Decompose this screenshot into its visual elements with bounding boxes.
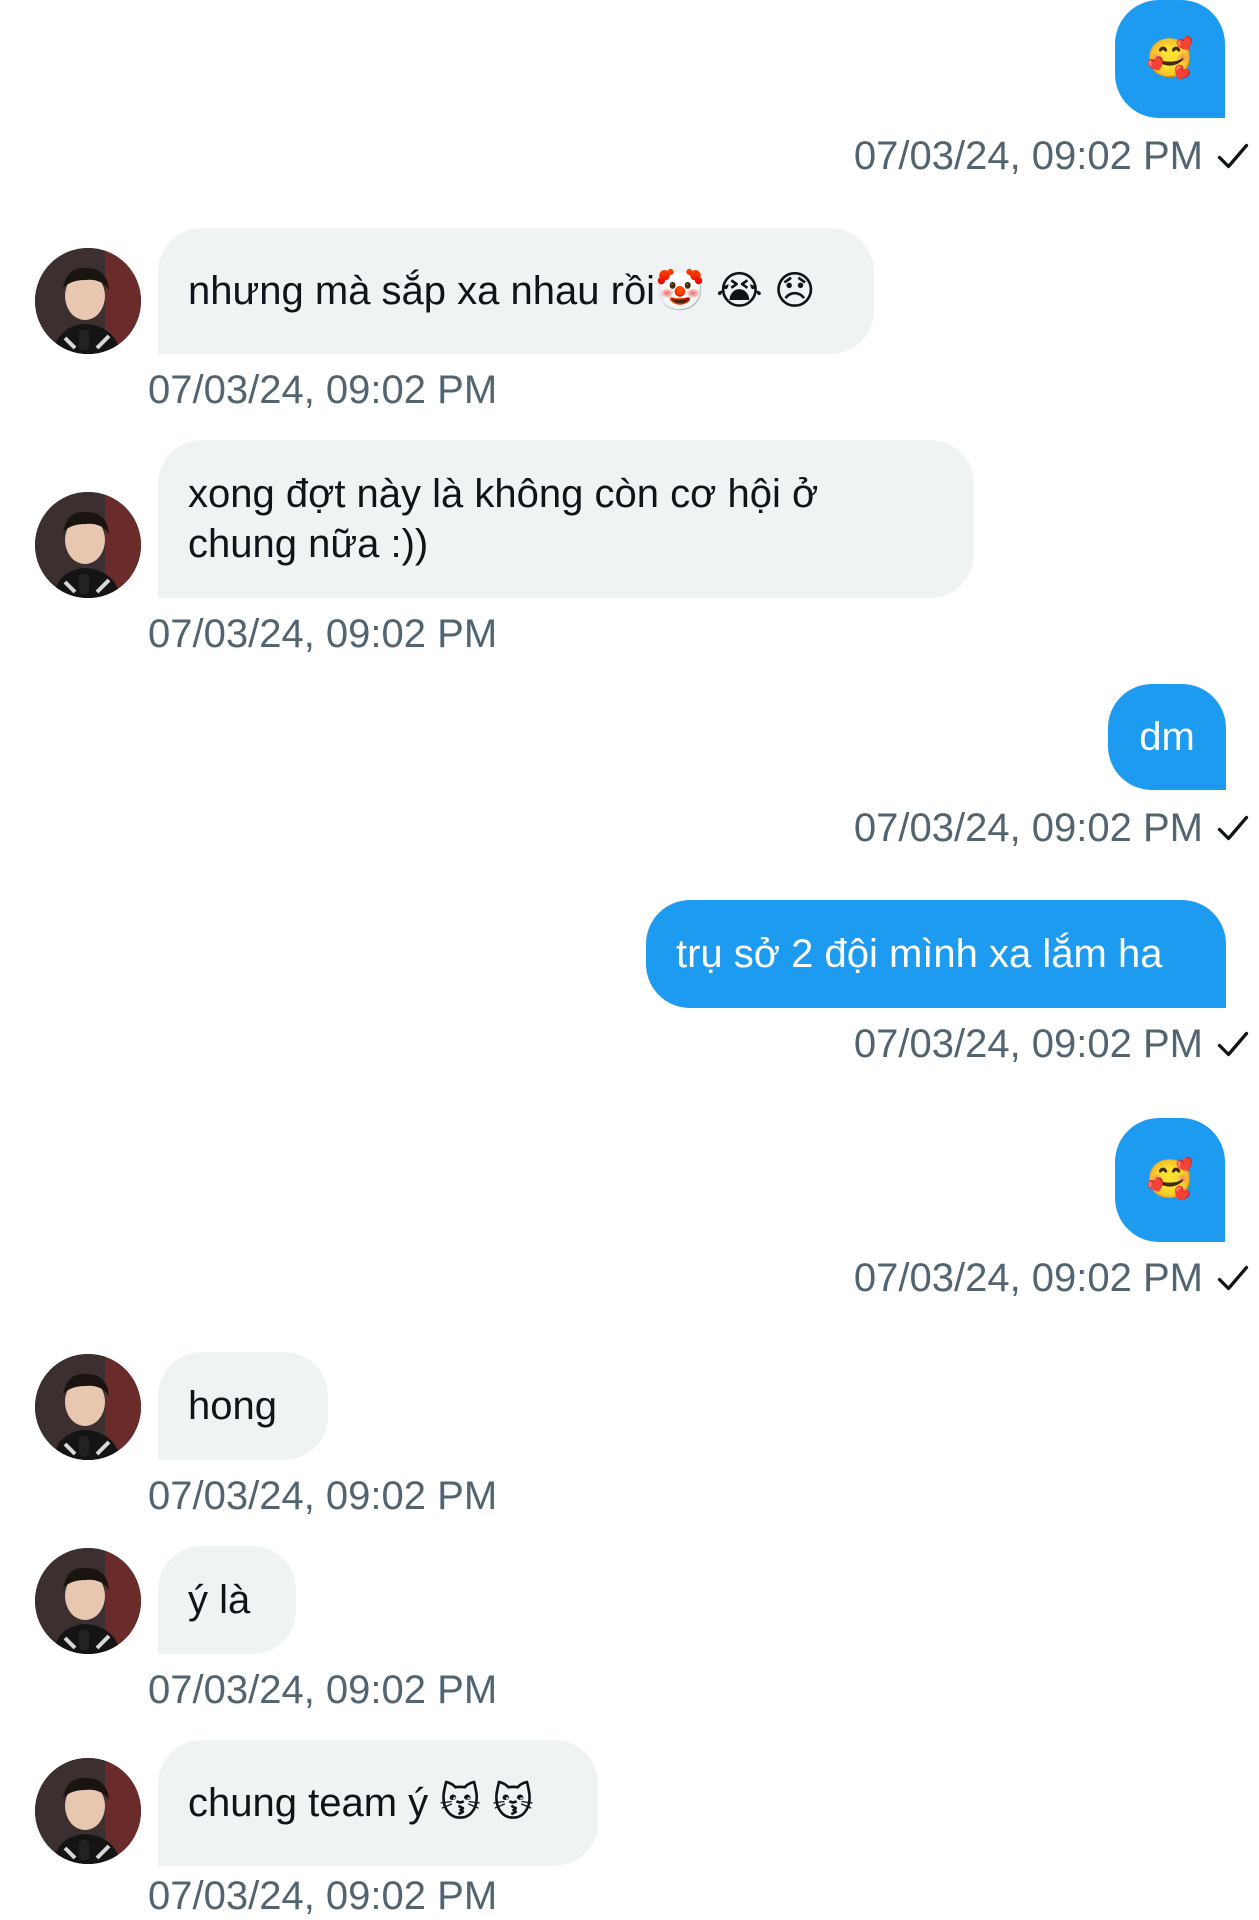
check-icon xyxy=(1217,1265,1249,1291)
message-timestamp: 07/03/24, 09:02 PM xyxy=(853,806,1203,850)
avatar-image xyxy=(35,1548,141,1654)
message-timestamp: 07/03/24, 09:02 PM xyxy=(148,612,498,656)
check-icon xyxy=(1217,1031,1249,1057)
outgoing-message-bubble[interactable]: 🥰 xyxy=(1115,0,1225,118)
message-text: dm xyxy=(1139,715,1195,759)
outgoing-message-bubble[interactable]: dm xyxy=(1108,684,1226,790)
contact-avatar[interactable] xyxy=(35,248,141,354)
message-text: xong đợt này là không còn cơ hội ở chung… xyxy=(188,472,819,566)
message-timestamp: 07/03/24, 09:02 PM xyxy=(148,1474,498,1518)
incoming-message-bubble[interactable]: ý là xyxy=(158,1546,296,1654)
check-icon xyxy=(1217,143,1249,169)
contact-avatar[interactable] xyxy=(35,1548,141,1654)
contact-avatar[interactable] xyxy=(35,1354,141,1460)
message-timestamp: 07/03/24, 09:02 PM xyxy=(853,1022,1203,1066)
incoming-message-bubble[interactable]: xong đợt này là không còn cơ hội ở chung… xyxy=(158,440,974,598)
message-timestamp: 07/03/24, 09:02 PM xyxy=(148,1668,498,1712)
avatar-image xyxy=(35,1354,141,1460)
message-text: trụ sở 2 đội mình xa lắm ha xyxy=(676,932,1163,976)
message-text: hong xyxy=(188,1384,277,1428)
incoming-message-bubble[interactable]: hong xyxy=(158,1352,328,1460)
message-timestamp: 07/03/24, 09:02 PM xyxy=(148,368,498,412)
message-timestamp: 07/03/24, 09:02 PM xyxy=(853,1256,1203,1300)
outgoing-message-bubble[interactable]: 🥰 xyxy=(1115,1118,1225,1242)
message-timestamp: 07/03/24, 09:02 PM xyxy=(148,1874,498,1918)
avatar-image xyxy=(35,248,141,354)
outgoing-message-bubble[interactable]: trụ sở 2 đội mình xa lắm ha xyxy=(646,900,1226,1008)
check-icon xyxy=(1217,815,1249,841)
message-text: 🥰 xyxy=(1146,1159,1194,1201)
message-timestamp: 07/03/24, 09:02 PM xyxy=(853,134,1203,178)
message-text: chung team ý 😽 😽 xyxy=(188,1781,534,1825)
message-text: nhưng mà sắp xa nhau rồi🤡 😭 😞 xyxy=(188,269,816,313)
message-text: ý là xyxy=(188,1578,251,1622)
contact-avatar[interactable] xyxy=(35,1758,141,1864)
avatar-image xyxy=(35,492,141,598)
message-text: 🥰 xyxy=(1146,38,1194,80)
incoming-message-bubble[interactable]: nhưng mà sắp xa nhau rồi🤡 😭 😞 xyxy=(158,228,874,354)
contact-avatar[interactable] xyxy=(35,492,141,598)
incoming-message-bubble[interactable]: chung team ý 😽 😽 xyxy=(158,1740,598,1866)
avatar-image xyxy=(35,1758,141,1864)
message-thread: 🥰 07/03/24, 09:02 PM nhưng mà sắp xa nha… xyxy=(0,0,1259,1920)
